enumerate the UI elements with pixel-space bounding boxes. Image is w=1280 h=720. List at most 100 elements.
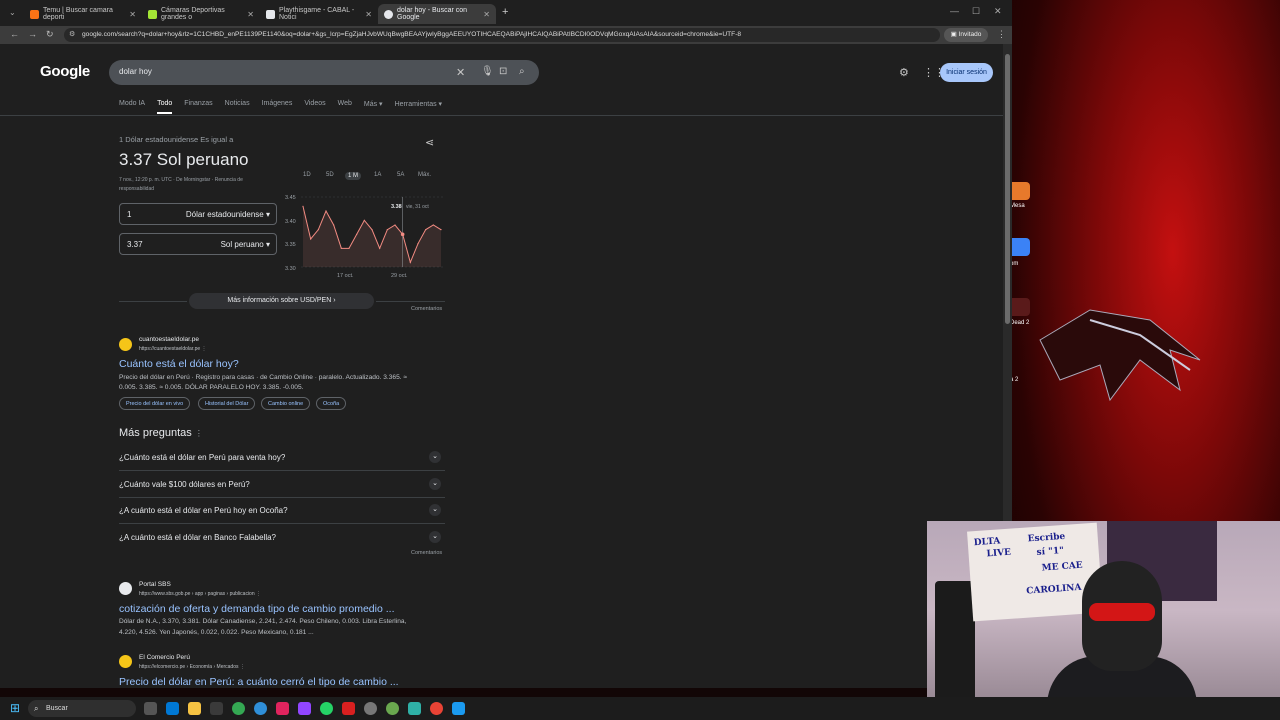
result-title-link[interactable]: Cuánto está el dólar hoy? — [119, 358, 239, 370]
feedback-link[interactable]: Comentarios — [411, 550, 442, 556]
site-info-icon[interactable]: ⚙ — [69, 28, 75, 42]
app-icon[interactable] — [342, 702, 355, 715]
range-5d[interactable]: 5D — [326, 172, 334, 178]
filter-web[interactable]: Web — [338, 100, 352, 114]
paa-question[interactable]: ¿A cuánto está el dólar en Banco Falabel… — [119, 524, 445, 550]
maximize-icon[interactable]: ☐ — [972, 6, 980, 17]
filter-todo[interactable]: Todo — [157, 100, 173, 114]
store-icon[interactable] — [210, 702, 223, 715]
app-icon[interactable] — [408, 702, 421, 715]
sitelink-chip[interactable]: Ocoña — [316, 397, 347, 410]
app-icon[interactable] — [386, 702, 399, 715]
search-box[interactable]: dolar hoy ✕ 🎙 ⊡ ⌕ — [109, 60, 539, 85]
chrome-icon[interactable] — [430, 702, 443, 715]
search-query[interactable]: dolar hoy — [119, 67, 152, 76]
result-title-link[interactable]: cotización de oferta y demanda tipo de c… — [119, 603, 395, 615]
result-title-link[interactable]: Precio del dólar en Perú: a cuánto cerró… — [119, 676, 399, 688]
minimize-icon[interactable]: — — [950, 6, 959, 16]
close-tab-icon[interactable]: ✕ — [365, 10, 372, 19]
range-1a[interactable]: 1A — [374, 172, 381, 178]
feedback-link[interactable]: Comentarios — [411, 306, 442, 312]
chevron-down-icon[interactable]: ⌄ — [429, 531, 441, 543]
reload-icon[interactable]: ↻ — [46, 29, 54, 40]
steam-icon[interactable] — [452, 702, 465, 715]
data-point[interactable] — [432, 224, 434, 226]
data-point[interactable] — [425, 229, 427, 231]
sitelink-chip[interactable]: Historial del Dólar — [198, 397, 256, 410]
range-1m[interactable]: 1 M — [345, 172, 362, 180]
from-currency-select[interactable]: Dólar estadounidense ▾ — [186, 210, 270, 219]
data-point[interactable] — [310, 238, 312, 240]
from-value[interactable]: 1 — [127, 210, 131, 219]
whatsapp-icon[interactable] — [320, 702, 333, 715]
google-logo[interactable]: Google — [40, 63, 90, 80]
data-point[interactable] — [302, 205, 304, 207]
lens-icon[interactable]: ⊡ — [499, 66, 507, 77]
chevron-down-icon[interactable]: ⌄ — [429, 504, 441, 516]
app-icon[interactable] — [276, 702, 289, 715]
edge-icon[interactable] — [254, 702, 267, 715]
task-view-icon[interactable] — [144, 702, 157, 715]
paa-question[interactable]: ¿Cuánto vale $100 dólares en Perú? ⌄ — [119, 471, 445, 498]
from-amount-field[interactable]: 1 Dólar estadounidense ▾ — [119, 203, 277, 225]
data-point[interactable] — [356, 233, 358, 235]
close-tab-icon[interactable]: ✕ — [129, 10, 136, 19]
chevron-down-icon[interactable]: ⌄ — [429, 451, 441, 463]
data-point[interactable] — [386, 229, 388, 231]
paa-question[interactable]: ¿Cuánto está el dólar en Perú para venta… — [119, 444, 445, 471]
result-site-name[interactable]: cuantoestaeldolar.pe — [139, 336, 199, 343]
range-1d[interactable]: 1D — [303, 172, 311, 178]
share-icon[interactable]: ⋖ — [425, 136, 434, 149]
obs-icon[interactable] — [364, 702, 377, 715]
result-url[interactable]: https://www.sbs.gob.pe › app › paginas ›… — [139, 591, 261, 597]
filter-herramientas[interactable]: Herramientas ▾ — [395, 100, 442, 114]
more-options-icon[interactable]: ⋮ — [240, 664, 245, 670]
browser-menu-icon[interactable]: ⋮ — [997, 29, 1006, 40]
tab-temu[interactable]: Temu | Buscar camara deporti ✕ — [24, 4, 142, 24]
address-bar[interactable]: ⚙ google.com/search?q=dolar+hoy&rlz=1C1C… — [64, 28, 940, 42]
data-point[interactable] — [417, 243, 419, 245]
profile-button[interactable]: ▣ Invitado — [944, 28, 988, 42]
windows-start-icon[interactable]: ⊞ — [10, 701, 20, 715]
file-explorer-icon[interactable] — [188, 702, 201, 715]
filter-videos[interactable]: Videos — [304, 100, 325, 114]
result-url[interactable]: https://cuantoestaeldolar.pe ⋮ — [139, 346, 207, 352]
sitelink-chip[interactable]: Cambio online — [261, 397, 311, 410]
result-site-name[interactable]: El Comercio Perú — [139, 654, 190, 661]
filter-finanzas[interactable]: Finanzas — [184, 100, 212, 114]
tab-camaras[interactable]: Cámaras Deportivas grandes o ✕ — [142, 4, 260, 24]
data-point[interactable] — [363, 219, 365, 221]
range-5a[interactable]: 5A — [397, 172, 404, 178]
scrollbar-thumb[interactable] — [1005, 54, 1010, 324]
to-amount-field[interactable]: 3.37 Sol peruano ▾ — [119, 233, 277, 255]
sitelink-chip[interactable]: Precio del dólar en vivo — [119, 397, 191, 410]
more-info-usd-pen-button[interactable]: Más información sobre USD/PEN › — [189, 293, 374, 309]
new-tab-icon[interactable]: + — [502, 6, 508, 18]
result-url[interactable]: https://elcomercio.pe › Economía › Merca… — [139, 664, 245, 670]
data-point[interactable] — [325, 210, 327, 212]
exchange-rate-chart[interactable]: 3.45 3.40 3.35 3.30 17 oct. 29 oct. 3.38… — [285, 194, 445, 284]
close-tab-icon[interactable]: ✕ — [247, 10, 254, 19]
filter-modo-ia[interactable]: Modo IA — [119, 100, 145, 114]
tab-search-icon[interactable]: ⌄ — [9, 8, 16, 17]
data-point[interactable] — [340, 247, 342, 249]
filter-mas[interactable]: Más ▾ — [364, 100, 383, 114]
data-point[interactable] — [440, 229, 442, 231]
chrome-icon[interactable] — [232, 702, 245, 715]
data-point[interactable] — [379, 247, 381, 249]
range-max[interactable]: Máx. — [418, 172, 431, 178]
search-icon[interactable]: ⌕ — [519, 66, 525, 77]
data-point[interactable] — [333, 224, 335, 226]
to-currency-select[interactable]: Sol peruano ▾ — [221, 240, 270, 249]
close-window-icon[interactable]: ✕ — [994, 6, 1002, 17]
data-point[interactable] — [371, 229, 373, 231]
data-point[interactable] — [409, 261, 411, 263]
back-icon[interactable]: ← — [10, 29, 19, 39]
twitch-icon[interactable] — [298, 702, 311, 715]
clear-icon[interactable]: ✕ — [456, 66, 465, 79]
data-point[interactable] — [317, 229, 319, 231]
disclaimer-link[interactable]: responsabilidad — [119, 186, 154, 192]
taskbar-search[interactable]: ⌕ Buscar — [28, 700, 136, 717]
paa-question[interactable]: ¿A cuánto está el dólar en Perú hoy en O… — [119, 497, 445, 524]
microphone-icon[interactable]: 🎙 — [481, 66, 494, 77]
